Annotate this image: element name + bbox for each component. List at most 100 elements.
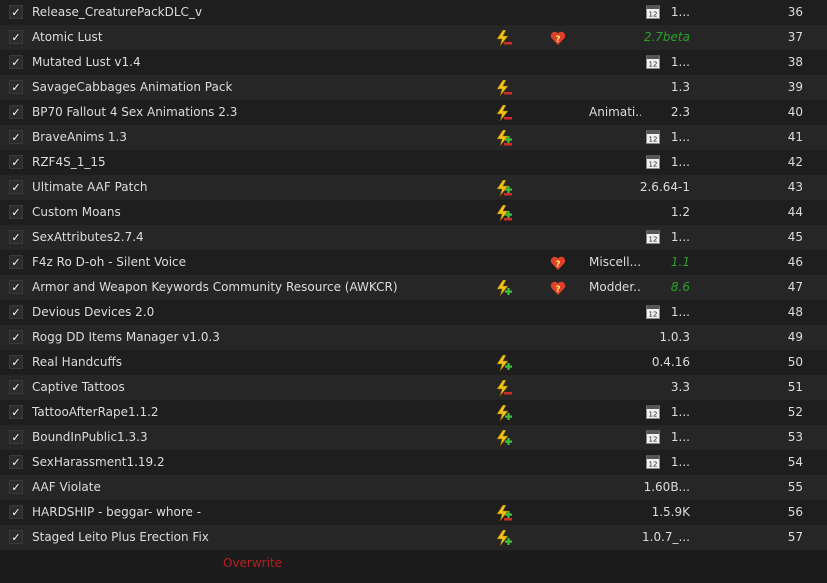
mod-priority: 44 — [787, 205, 803, 219]
svg-text:?: ? — [555, 35, 560, 45]
mod-row[interactable]: ✓ RZF4S_1_15 12 1... 42 — [0, 150, 827, 175]
mod-row[interactable]: ✓ Ultimate AAF Patch 2.6.64-1 43 — [0, 175, 827, 200]
svg-text:12: 12 — [649, 11, 658, 19]
mod-name: SexHarassment1.19.2 — [32, 455, 165, 469]
mod-row[interactable]: ✓ Armor and Weapon Keywords Community Res… — [0, 275, 827, 300]
mod-row[interactable]: ✓ Mutated Lust v1.4 12 1... 38 — [0, 50, 827, 75]
enabled-checkbox[interactable]: ✓ — [9, 330, 23, 344]
mod-version: 1... — [670, 305, 690, 319]
mod-version: 1.0.7_... — [642, 530, 690, 544]
mod-name: F4z Ro D-oh - Silent Voice — [32, 255, 187, 269]
mod-priority: 49 — [787, 330, 803, 344]
mod-row[interactable]: ✓ Rogg DD Items Manager v1.0.3 1.0.3 49 — [0, 325, 827, 350]
mod-version: 1.5.9K — [651, 505, 690, 519]
enabled-checkbox[interactable]: ✓ — [9, 530, 23, 544]
mod-version: 1... — [670, 405, 690, 419]
mod-row[interactable]: ✓ Devious Devices 2.0 12 1... 48 — [0, 300, 827, 325]
mod-row[interactable]: ✓ SavageCabbages Animation Pack 1.3 39 — [0, 75, 827, 100]
mod-version: 1... — [670, 130, 690, 144]
mod-name: Armor and Weapon Keywords Community Reso… — [32, 280, 398, 294]
mod-name: AAF Violate — [32, 480, 101, 494]
enabled-checkbox[interactable]: ✓ — [9, 255, 23, 269]
mod-priority: 37 — [787, 30, 803, 44]
enabled-checkbox[interactable]: ✓ — [9, 305, 23, 319]
mod-name: SexAttributes2.7.4 — [32, 230, 144, 244]
mod-priority: 57 — [787, 530, 803, 544]
enabled-checkbox[interactable]: ✓ — [9, 80, 23, 94]
mod-name: BraveAnims 1.3 — [32, 130, 127, 144]
enabled-checkbox[interactable]: ✓ — [9, 405, 23, 419]
mod-row[interactable]: ✓ Custom Moans 1.2 44 — [0, 200, 827, 225]
enabled-checkbox[interactable]: ✓ — [9, 280, 23, 294]
enabled-checkbox[interactable]: ✓ — [9, 55, 23, 69]
svg-text:12: 12 — [649, 311, 658, 319]
enabled-checkbox[interactable]: ✓ — [9, 430, 23, 444]
mod-row[interactable]: ✓ SexHarassment1.19.2 12 1... 54 — [0, 450, 827, 475]
enabled-checkbox[interactable]: ✓ — [9, 505, 23, 519]
mod-row[interactable]: ✓ Release_CreaturePackDLC_v 12 1... 36 — [0, 0, 827, 25]
mod-row[interactable]: ✓ Captive Tattoos 3.3 51 — [0, 375, 827, 400]
mod-row[interactable]: ✓ BoundInPublic1.3.3 12 1... 53 — [0, 425, 827, 450]
mod-row[interactable]: ✓ BraveAnims 1.3 12 1... 41 — [0, 125, 827, 150]
enabled-checkbox[interactable]: ✓ — [9, 205, 23, 219]
mod-row[interactable]: ✓ BP70 Fallout 4 Sex Animations 2.3 Animat… — [0, 100, 827, 125]
calendar-icon: 12 — [645, 154, 661, 170]
svg-text:12: 12 — [649, 236, 658, 244]
mod-version: 1... — [670, 5, 690, 19]
lightning-plus-icon — [496, 429, 512, 447]
mod-category: Animati... — [589, 105, 641, 119]
calendar-icon: 12 — [645, 129, 661, 145]
enabled-checkbox[interactable]: ✓ — [9, 480, 23, 494]
mod-priority: 51 — [787, 380, 803, 394]
calendar-icon: 12 — [645, 404, 661, 420]
mod-name: TattooAfterRape1.1.2 — [32, 405, 159, 419]
mod-version: 1... — [670, 230, 690, 244]
overwrite-row-label[interactable]: Overwrite — [223, 556, 282, 570]
calendar-icon: 12 — [645, 4, 661, 20]
mod-version: 8.6 — [670, 280, 690, 294]
mod-row[interactable]: ✓ SexAttributes2.7.4 12 1... 45 — [0, 225, 827, 250]
mod-name: Mutated Lust v1.4 — [32, 55, 141, 69]
mod-name: Custom Moans — [32, 205, 121, 219]
mod-row[interactable]: ✓ Staged Leito Plus Erection Fix 1.0.7_...… — [0, 525, 827, 550]
enabled-checkbox[interactable]: ✓ — [9, 355, 23, 369]
enabled-checkbox[interactable]: ✓ — [9, 130, 23, 144]
mod-row[interactable]: ✓ Atomic Lust? 2.7beta 37 — [0, 25, 827, 50]
svg-text:?: ? — [555, 260, 560, 270]
mod-priority: 48 — [787, 305, 803, 319]
mod-row[interactable]: ✓ TattooAfterRape1.1.2 12 1... 52 — [0, 400, 827, 425]
enabled-checkbox[interactable]: ✓ — [9, 5, 23, 19]
enabled-checkbox[interactable]: ✓ — [9, 455, 23, 469]
lightning-plus-icon — [496, 279, 512, 297]
mod-row[interactable]: ✓ HARDSHIP - beggar- whore - 1.5.9K 56 — [0, 500, 827, 525]
lightning-plusminus-icon — [496, 204, 512, 222]
mod-category: Modder... — [589, 280, 641, 294]
enabled-checkbox[interactable]: ✓ — [9, 180, 23, 194]
lightning-minus-icon — [496, 379, 512, 397]
enabled-checkbox[interactable]: ✓ — [9, 155, 23, 169]
lightning-minus-icon — [496, 79, 512, 97]
notes-flag-icon: ? — [550, 255, 566, 271]
lightning-minus-icon — [496, 104, 512, 122]
enabled-checkbox[interactable]: ✓ — [9, 30, 23, 44]
enabled-checkbox[interactable]: ✓ — [9, 105, 23, 119]
calendar-icon: 12 — [645, 429, 661, 445]
mod-priority: 52 — [787, 405, 803, 419]
mod-row[interactable]: ✓ Real Handcuffs 0.4.16 50 — [0, 350, 827, 375]
mod-priority: 41 — [787, 130, 803, 144]
mod-row[interactable]: ✓ F4z Ro D-oh - Silent Voice? Miscell... 1.… — [0, 250, 827, 275]
mod-priority: 36 — [787, 5, 803, 19]
mod-version: 1.0.3 — [659, 330, 690, 344]
mod-version: 2.3 — [670, 105, 690, 119]
enabled-checkbox[interactable]: ✓ — [9, 380, 23, 394]
mod-row[interactable]: ✓ AAF Violate 1.60B... 55 — [0, 475, 827, 500]
mod-category: Miscell... — [589, 255, 641, 269]
enabled-checkbox[interactable]: ✓ — [9, 230, 23, 244]
mod-version: 1... — [670, 430, 690, 444]
mod-name: Ultimate AAF Patch — [32, 180, 148, 194]
mod-name: SavageCabbages Animation Pack — [32, 80, 233, 94]
mod-priority: 46 — [787, 255, 803, 269]
mod-priority: 56 — [787, 505, 803, 519]
mod-priority: 54 — [787, 455, 803, 469]
lightning-plus-icon — [496, 354, 512, 372]
